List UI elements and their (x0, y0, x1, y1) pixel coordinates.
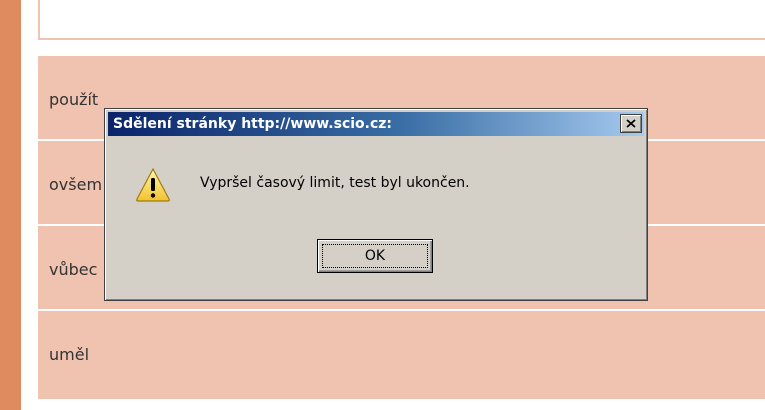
ok-button-label: OK (364, 248, 386, 264)
close-icon (626, 119, 636, 128)
dialog-message: Vypršel časový limit, test byl ukončen. (200, 175, 470, 191)
option-label: ovšem (49, 175, 103, 194)
left-accent-bar (0, 0, 21, 410)
close-button[interactable] (620, 114, 642, 133)
alert-dialog: Sdělení stránky http://www.scio.cz: Vypr… (104, 108, 648, 301)
option-row[interactable]: uměl (38, 311, 765, 401)
ok-button[interactable]: OK (317, 239, 433, 273)
option-label: uměl (49, 345, 90, 364)
option-label: vůbec (49, 260, 98, 279)
dialog-title: Sdělení stránky http://www.scio.cz: (113, 116, 393, 132)
option-label: použít (49, 90, 99, 109)
dialog-titlebar[interactable]: Sdělení stránky http://www.scio.cz: (108, 112, 644, 136)
answer-box (38, 0, 765, 40)
warning-icon (136, 167, 170, 202)
quiz-page: použít ovšem vůbec uměl Sdělení stránky … (0, 0, 765, 410)
